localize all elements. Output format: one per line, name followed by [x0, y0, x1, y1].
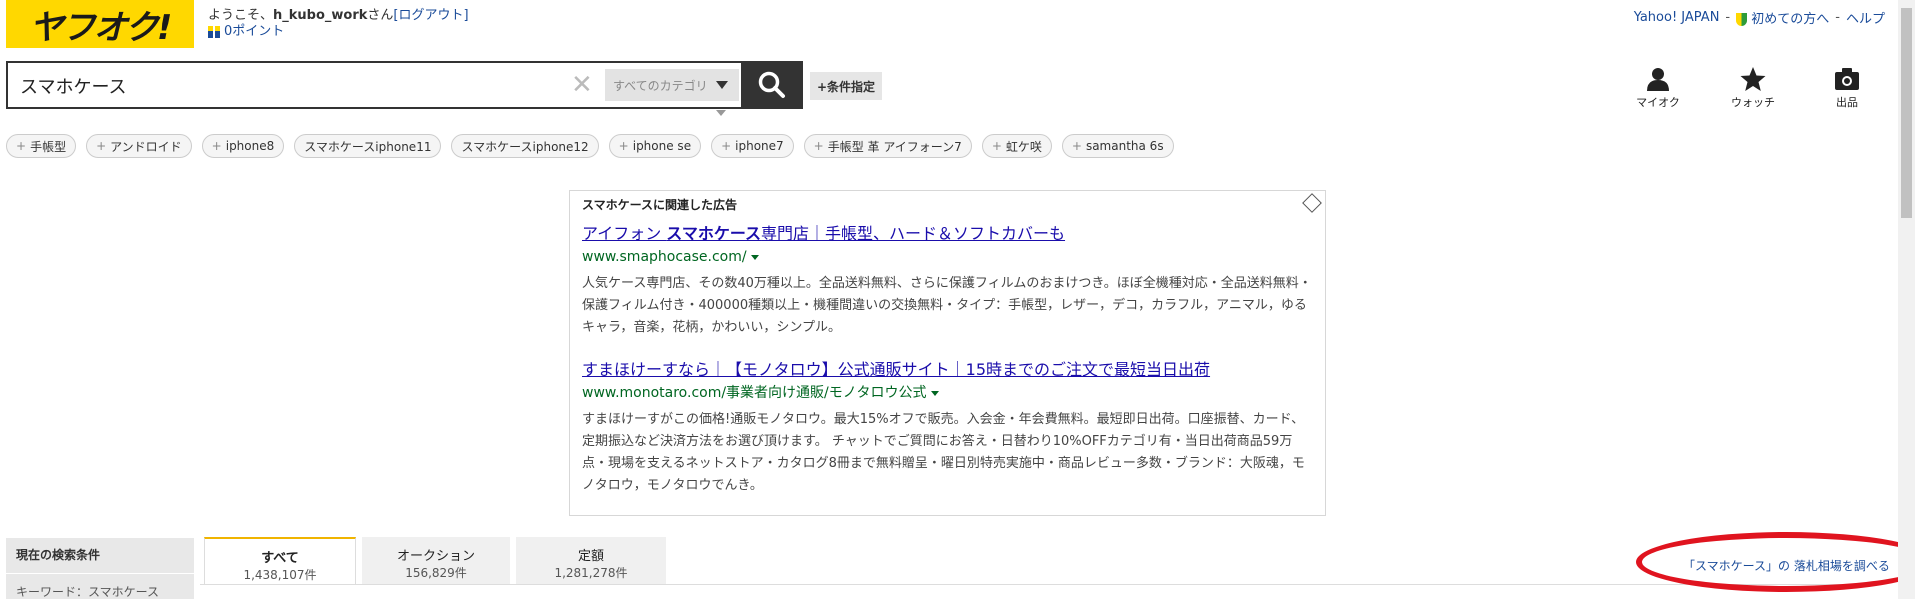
category-select-label: すべてのカテゴリ — [613, 78, 708, 93]
yahoo-japan-link[interactable]: Yahoo! JAPAN — [1634, 10, 1720, 25]
search-box: ✕ すべてのカテゴリ — [6, 61, 799, 109]
keyword-chip[interactable]: + iphone8 — [201, 134, 285, 158]
keyword-chip[interactable]: + samantha 6s — [1061, 134, 1174, 158]
separator: - — [1725, 10, 1731, 25]
top-links: Yahoo! JAPAN - 初めての方へ - ヘルプ — [1634, 8, 1885, 27]
plus-icon: + — [813, 139, 824, 153]
yafuoku-logo[interactable]: ヤフオク! — [6, 0, 194, 48]
category-select[interactable]: すべてのカテゴリ — [605, 69, 739, 101]
tab-count: 1,281,278件 — [554, 566, 628, 580]
my-auction-label: マイオク — [1636, 96, 1680, 109]
current-keyword: キーワード：スマホケース — [16, 585, 160, 599]
keyword-chip[interactable]: + 手帳型 — [6, 134, 77, 158]
keyword-chip[interactable]: スマホケースiphone11 — [294, 134, 442, 158]
scrollbar[interactable] — [1898, 0, 1915, 599]
plus-icon: + — [96, 139, 107, 153]
watch-button[interactable]: ウォッチ — [1723, 66, 1783, 110]
search-input[interactable] — [18, 72, 562, 100]
ads-heading: スマホケースに関連した広告 — [582, 198, 738, 212]
keyword-chip[interactable]: + アンドロイド — [86, 134, 192, 158]
ad-description: すまほけーすがこの価格!通販モノタロウ。最大15%オフで販売。入会金・年会費無料… — [582, 412, 1305, 493]
ad-title-link[interactable]: すまほけーすなら｜【モノタロウ】公式通販サイト｜15時までのご注文で最短当日出荷 — [582, 359, 1312, 381]
dropdown-arrow-icon[interactable] — [930, 390, 939, 396]
ad-info-icon[interactable]: i — [1302, 193, 1322, 213]
tab-underline — [200, 584, 1860, 585]
tab-label: すべて — [261, 551, 299, 566]
tab-label: 定額 — [577, 549, 604, 564]
conditions-button[interactable]: +条件指定 — [810, 72, 882, 100]
tab-label: オークション — [396, 549, 475, 564]
logo-text: ヤフオク! — [29, 7, 173, 48]
dropdown-arrow-icon[interactable] — [750, 254, 759, 260]
welcome-prefix: ようこそ、 — [208, 8, 274, 23]
ad-description: 人気ケース専門店、その数40万種以上。全品送料無料、さらに保護フィルムのおまけつ… — [582, 276, 1312, 335]
highlight-annotation — [1636, 532, 1915, 592]
welcome-suffix: さん — [367, 8, 394, 23]
keyword-chip[interactable]: + 手帳型 革 アイフォーン7 — [803, 134, 972, 158]
username: h_kubo_work — [273, 8, 368, 23]
plus-icon: + — [721, 139, 732, 153]
sell-button[interactable]: 出品 — [1817, 66, 1877, 110]
caret-down-icon — [715, 81, 728, 89]
scrollbar-thumb[interactable] — [1901, 8, 1912, 218]
ad-item: アイフォン スマホケース専門店｜手帳型、ハード＆ソフトカバーも www.smap… — [582, 223, 1312, 339]
tab-all[interactable]: すべて 1,438,107件 — [204, 537, 356, 585]
divider — [6, 573, 194, 574]
first-time-link[interactable]: 初めての方へ — [1736, 8, 1829, 27]
tab-count: 1,438,107件 — [243, 568, 317, 582]
current-conditions-title: 現在の検索条件 — [16, 548, 101, 562]
tab-auction[interactable]: オークション 156,829件 — [362, 537, 510, 585]
plus-icon: + — [16, 139, 27, 153]
plus-icon: + — [991, 139, 1002, 153]
points-icon — [208, 26, 220, 38]
keyword-chip[interactable]: スマホケースiphone12 — [451, 134, 599, 158]
separator: - — [1835, 10, 1840, 25]
tab-count: 156,829件 — [405, 566, 467, 580]
logout-link[interactable]: [ログアウト] — [393, 8, 468, 23]
star-icon — [1740, 67, 1766, 91]
search-button[interactable] — [741, 61, 803, 109]
sell-label: 出品 — [1836, 96, 1858, 109]
points-label: 0ポイント — [224, 24, 285, 39]
current-conditions-panel: 現在の検索条件 キーワード：スマホケース — [6, 538, 194, 599]
points-link[interactable]: 0ポイント — [208, 24, 284, 40]
help-link[interactable]: ヘルプ — [1846, 8, 1885, 27]
ad-title-link[interactable]: アイフォン スマホケース専門店｜手帳型、ハード＆ソフトカバーも — [582, 223, 1312, 245]
my-auction-button[interactable]: マイオク — [1628, 66, 1688, 110]
keyword-chip[interactable]: + iphone se — [608, 134, 702, 158]
sponsored-ads: スマホケースに関連した広告 i アイフォン スマホケース専門店｜手帳型、ハード＆… — [569, 190, 1326, 516]
ad-url[interactable]: www.smaphocase.com/ — [582, 247, 1312, 267]
search-icon — [758, 71, 785, 98]
plus-icon: + — [211, 139, 222, 153]
ad-url[interactable]: www.monotaro.com/事業者向け通販/モノタロウ公式 — [582, 383, 1312, 403]
plus-icon: + — [1071, 139, 1082, 153]
camera-icon — [1835, 68, 1859, 90]
tab-fixed-price[interactable]: 定額 1,281,278件 — [516, 537, 666, 585]
beginner-mark-icon — [1736, 13, 1748, 26]
watch-label: ウォッチ — [1731, 96, 1775, 109]
related-keywords: + 手帳型 + アンドロイド + iphone8 スマホケースiphone11 スマホ… — [6, 134, 1174, 158]
clear-icon[interactable]: ✕ — [571, 71, 593, 99]
keyword-chip[interactable]: + iphone7 — [711, 134, 794, 158]
plus-icon: + — [618, 139, 629, 153]
person-icon — [1647, 68, 1669, 91]
expand-caret-icon[interactable] — [716, 110, 726, 116]
ad-item: すまほけーすなら｜【モノタロウ】公式通販サイト｜15時までのご注文で最短当日出荷… — [582, 359, 1312, 497]
keyword-chip[interactable]: + 虹ケ咲 — [981, 134, 1052, 158]
welcome-message: ようこそ、h_kubo_workさん[ログアウト] — [208, 8, 469, 24]
